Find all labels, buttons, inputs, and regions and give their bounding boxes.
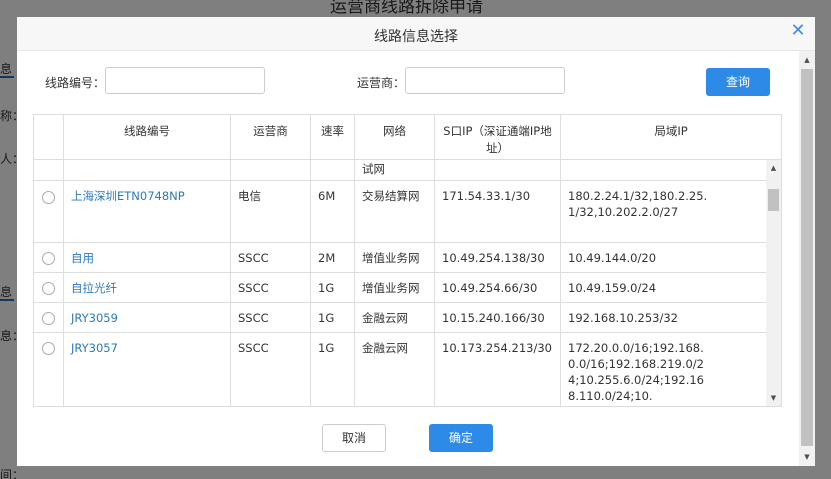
table-row[interactable]: JRY3057 SSCC 1G 金融云网 10.173.254.213/30 1… xyxy=(34,333,766,406)
cell-network: 金融云网 xyxy=(355,303,435,332)
dialog-title: 线路信息选择 xyxy=(374,29,458,45)
cell-lan-ip: 172.20.0.0/16;192.168.0.0/16;192.168.219… xyxy=(568,341,704,403)
scroll-down-icon[interactable]: ▼ xyxy=(799,450,815,464)
carrier-label: 运营商： xyxy=(357,76,406,90)
carrier-input[interactable] xyxy=(405,67,565,94)
cell-network: 试网 xyxy=(355,160,435,180)
select-column-header xyxy=(34,115,64,160)
column-header-line-no: 线路编号 xyxy=(64,115,231,160)
scroll-up-icon[interactable]: ▲ xyxy=(766,162,781,174)
cell-lan-ip: 10.49.144.0/20 xyxy=(568,251,657,265)
line-no-label: 线路编号： xyxy=(45,76,106,90)
cell-rate: 1G xyxy=(311,273,355,302)
cell-line-no[interactable]: JRY3059 xyxy=(64,303,231,332)
cell-network: 交易结算网 xyxy=(355,181,435,242)
cell-lan-ip: 10.49.159.0/24 xyxy=(568,281,657,295)
table-row-partial: 试网 xyxy=(34,160,766,181)
cell-s-ip: 10.49.254.138/30 xyxy=(435,243,561,272)
row-radio[interactable] xyxy=(42,191,55,204)
cell-rate: 6M xyxy=(311,181,355,242)
cell-carrier: SSCC xyxy=(231,243,311,272)
cell-network: 金融云网 xyxy=(355,333,435,406)
cell-line-no[interactable]: JRY3057 xyxy=(64,333,231,406)
cancel-button[interactable]: 取消 xyxy=(322,424,386,452)
cell-network: 增值业务网 xyxy=(355,243,435,272)
cell-network: 增值业务网 xyxy=(355,273,435,302)
cell-carrier: SSCC xyxy=(231,333,311,406)
table-row[interactable]: 上海深圳ETN0748NP 电信 6M 交易结算网 171.54.33.1/30… xyxy=(34,181,766,243)
cell-s-ip: 171.54.33.1/30 xyxy=(435,181,561,242)
line-no-input[interactable] xyxy=(105,67,265,94)
dialog-scrollbar[interactable]: ▲ ▼ xyxy=(799,51,815,466)
dialog-header: 线路信息选择 ✕ xyxy=(17,17,815,51)
cell-line-no[interactable]: 上海深圳ETN0748NP xyxy=(64,181,231,242)
column-header-lan-ip: 局域IP xyxy=(654,124,688,138)
cell-line-no[interactable]: 自拉光纤 xyxy=(64,273,231,302)
table-row[interactable]: JRY3059 SSCC 1G 金融云网 10.15.240.166/30 19… xyxy=(34,303,766,333)
column-header-s-ip: S口IP（深证通端IP地址） xyxy=(435,115,561,160)
scroll-up-icon[interactable]: ▲ xyxy=(799,53,815,67)
cell-lan-ip: 192.168.10.253/32 xyxy=(568,311,678,325)
column-header-rate: 速率 xyxy=(311,115,355,160)
query-button[interactable]: 查询 xyxy=(706,68,770,96)
dialog-scrollbar-thumb[interactable] xyxy=(801,69,813,446)
cell-carrier: SSCC xyxy=(231,273,311,302)
cell-s-ip: 10.15.240.166/30 xyxy=(435,303,561,332)
table-body: 试网 上海深圳ETN0748NP 电信 6M 交易结算网 171.54.33.1… xyxy=(34,160,766,406)
line-table: 线路编号 运营商 速率 网络 S口IP（深证通端IP地址） 局域IP 试网 上海… xyxy=(33,114,782,407)
row-radio[interactable] xyxy=(42,252,55,265)
cell-s-ip: 10.173.254.213/30 xyxy=(435,333,561,406)
column-header-network: 网络 xyxy=(355,115,435,160)
cell-rate: 2M xyxy=(311,243,355,272)
cell-s-ip: 10.49.254.66/30 xyxy=(435,273,561,302)
table-row[interactable]: 自用 SSCC 2M 增值业务网 10.49.254.138/30 10.49.… xyxy=(34,243,766,273)
table-row[interactable]: 自拉光纤 SSCC 1G 增值业务网 10.49.254.66/30 10.49… xyxy=(34,273,766,303)
cell-lan-ip: 180.2.24.1/32,180.2.25.1/32,10.202.2.0/2… xyxy=(568,189,708,219)
table-scrollbar[interactable]: ▲ ▼ xyxy=(766,160,781,406)
column-header-carrier: 运营商 xyxy=(231,115,311,160)
confirm-button[interactable]: 确定 xyxy=(429,424,493,452)
scroll-down-icon[interactable]: ▼ xyxy=(766,392,781,404)
cell-rate: 1G xyxy=(311,333,355,406)
cell-carrier: SSCC xyxy=(231,303,311,332)
row-radio[interactable] xyxy=(42,282,55,295)
table-header: 线路编号 运营商 速率 网络 S口IP（深证通端IP地址） 局域IP xyxy=(34,115,781,160)
cell-carrier: 电信 xyxy=(231,181,311,242)
close-icon[interactable]: ✕ xyxy=(789,22,807,40)
line-select-dialog: 线路信息选择 ✕ 线路编号： 运营商： 查询 线路编号 运营商 速率 网络 S口… xyxy=(17,17,815,466)
table-scrollbar-thumb[interactable] xyxy=(768,189,779,211)
cell-line-no[interactable]: 自用 xyxy=(64,243,231,272)
cell-rate: 1G xyxy=(311,303,355,332)
row-radio[interactable] xyxy=(42,312,55,325)
row-radio[interactable] xyxy=(42,342,55,355)
